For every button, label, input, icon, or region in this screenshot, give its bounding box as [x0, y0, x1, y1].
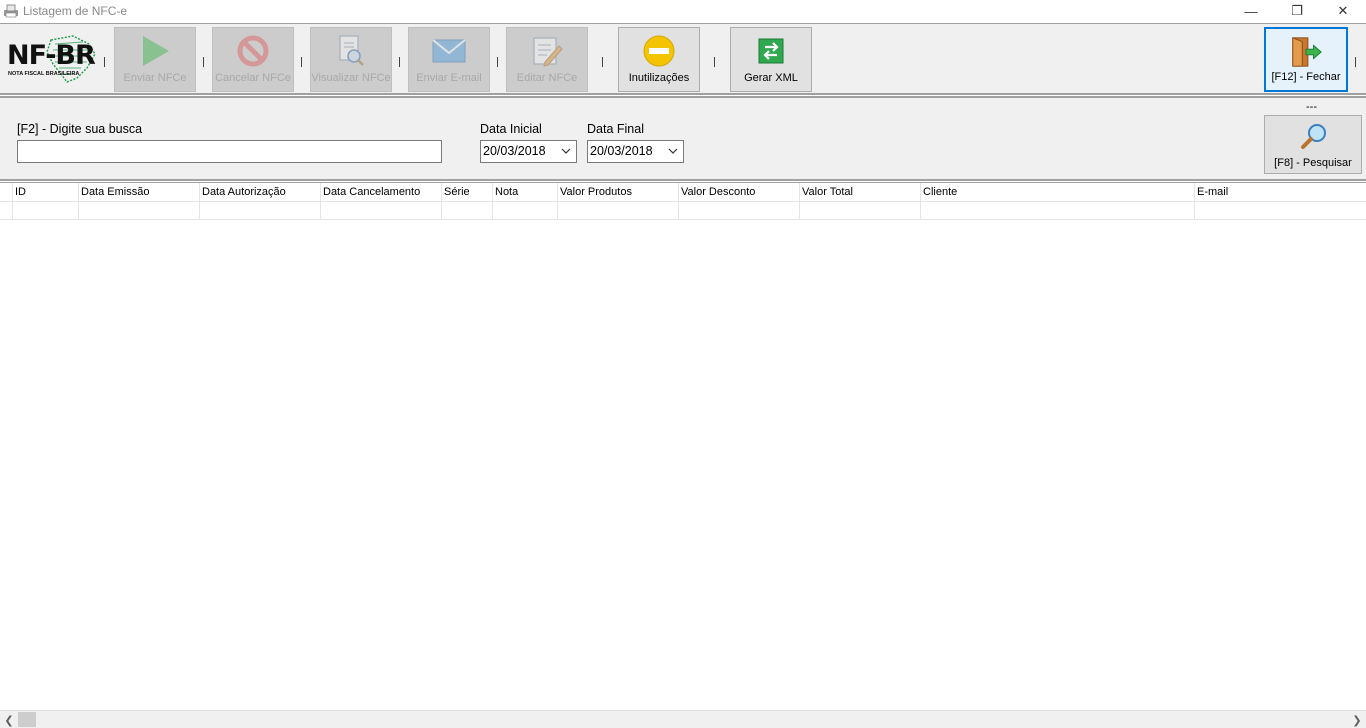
scrollbar-thumb[interactable]	[18, 712, 36, 727]
cancel-icon	[236, 34, 270, 68]
scroll-right-icon[interactable]: ❯	[1350, 713, 1364, 727]
edit-nfce-button[interactable]: Editar NFCe	[506, 27, 588, 92]
nf-br-logo: NF-BR NOTA FISCAL BRASILEIRA	[5, 35, 97, 86]
chevron-down-icon	[668, 148, 678, 154]
cancel-nfce-label: Cancelar NFCe	[215, 72, 291, 84]
mail-icon	[432, 34, 466, 68]
window-title: Listagem de NFC-e	[23, 4, 128, 18]
close-icon: ✕	[1337, 3, 1349, 18]
start-date-value: 20/03/2018	[483, 144, 546, 158]
table-cell[interactable]	[679, 202, 800, 220]
exit-door-icon	[1289, 35, 1323, 69]
status-dashes: ---	[1306, 101, 1317, 113]
inutilizacoes-label: Inutilizações	[628, 72, 690, 84]
nfce-grid[interactable]: ID Data Emissão Data Autorização Data Ca…	[0, 182, 1366, 710]
table-cell[interactable]	[800, 202, 921, 220]
close-label: [F12] - Fechar	[1271, 71, 1341, 83]
column-header-valor-total[interactable]: Valor Total	[800, 183, 921, 202]
start-date-label: Data Inicial	[480, 122, 542, 136]
column-header-cliente[interactable]: Cliente	[921, 183, 1195, 202]
restore-button[interactable]: ❐	[1274, 0, 1320, 22]
restore-icon: ❐	[1291, 3, 1303, 18]
table-row[interactable]	[0, 202, 1366, 220]
end-date-picker[interactable]: 20/03/2018	[587, 140, 684, 163]
send-nfce-button[interactable]: Enviar NFCe	[114, 27, 196, 92]
end-date-label: Data Final	[587, 122, 644, 136]
scroll-left-icon[interactable]: ❮	[2, 713, 16, 727]
play-icon	[138, 34, 172, 68]
minimize-icon: —	[1244, 3, 1258, 19]
column-header-serie[interactable]: Série	[442, 183, 493, 202]
start-date-picker[interactable]: 20/03/2018	[480, 140, 577, 163]
table-cell[interactable]	[442, 202, 493, 220]
send-nfce-label: Enviar NFCe	[123, 72, 187, 84]
generate-xml-label: Gerar XML	[744, 72, 798, 84]
separator	[497, 57, 499, 67]
table-cell[interactable]	[558, 202, 679, 220]
generate-xml-button[interactable]: Gerar XML	[730, 27, 812, 92]
send-email-button[interactable]: Enviar E-mail	[408, 27, 490, 92]
table-cell[interactable]	[13, 202, 79, 220]
column-header-nota[interactable]: Nota	[493, 183, 558, 202]
search-input[interactable]	[17, 140, 442, 163]
column-header-data-cancelamento[interactable]: Data Cancelamento	[321, 183, 442, 202]
table-cell[interactable]	[921, 202, 1195, 220]
end-date-value: 20/03/2018	[590, 144, 653, 158]
toolbar: NF-BR NOTA FISCAL BRASILEIRA Enviar NFCe…	[0, 23, 1366, 95]
column-header-valor-produtos[interactable]: Valor Produtos	[558, 183, 679, 202]
edit-nfce-label: Editar NFCe	[516, 72, 578, 84]
grid-header: ID Data Emissão Data Autorização Data Ca…	[0, 183, 1366, 202]
title-bar: Listagem de NFC-e — ❐ ✕	[0, 0, 1366, 23]
edit-document-icon	[530, 34, 564, 68]
search-button-label: [F8] - Pesquisar	[1274, 157, 1352, 169]
column-header-data-autorizacao[interactable]: Data Autorização	[200, 183, 321, 202]
magnifier-icon	[1299, 122, 1329, 155]
search-button[interactable]: [F8] - Pesquisar	[1264, 115, 1362, 174]
column-header-data-emissao[interactable]: Data Emissão	[79, 183, 200, 202]
exchange-icon	[754, 34, 788, 68]
separator	[203, 57, 205, 67]
table-cell[interactable]	[321, 202, 442, 220]
view-document-icon	[334, 34, 368, 68]
separator	[1355, 57, 1357, 67]
logo-text: NF-BR	[7, 40, 96, 71]
close-button[interactable]: [F12] - Fechar	[1264, 27, 1348, 92]
close-window-button[interactable]: ✕	[1320, 0, 1366, 22]
send-email-label: Enviar E-mail	[416, 72, 482, 84]
inutilizacoes-button[interactable]: Inutilizações	[618, 27, 700, 92]
column-header-email[interactable]: E-mail	[1195, 183, 1366, 202]
separator	[399, 57, 401, 67]
column-header-id[interactable]: ID	[13, 183, 79, 202]
table-cell[interactable]	[200, 202, 321, 220]
search-label: [F2] - Digite sua busca	[17, 122, 143, 136]
column-header-valor-desconto[interactable]: Valor Desconto	[679, 183, 800, 202]
view-nfce-button[interactable]: Visualizar NFCe	[310, 27, 392, 92]
horizontal-scrollbar[interactable]: ❮ ❯	[0, 710, 1366, 728]
minimize-button[interactable]: —	[1228, 0, 1274, 22]
table-cell[interactable]	[79, 202, 200, 220]
cancel-nfce-button[interactable]: Cancelar NFCe	[212, 27, 294, 92]
minus-circle-icon	[642, 34, 676, 68]
separator	[714, 57, 716, 67]
app-icon	[3, 4, 19, 18]
chevron-down-icon	[561, 148, 571, 154]
separator	[602, 57, 604, 67]
table-cell[interactable]	[493, 202, 558, 220]
separator	[301, 57, 303, 67]
view-nfce-label: Visualizar NFCe	[311, 72, 391, 84]
separator	[104, 57, 106, 67]
logo-subtitle: NOTA FISCAL BRASILEIRA	[8, 71, 80, 77]
search-panel: [F2] - Digite sua busca Data Inicial 20/…	[0, 96, 1366, 181]
